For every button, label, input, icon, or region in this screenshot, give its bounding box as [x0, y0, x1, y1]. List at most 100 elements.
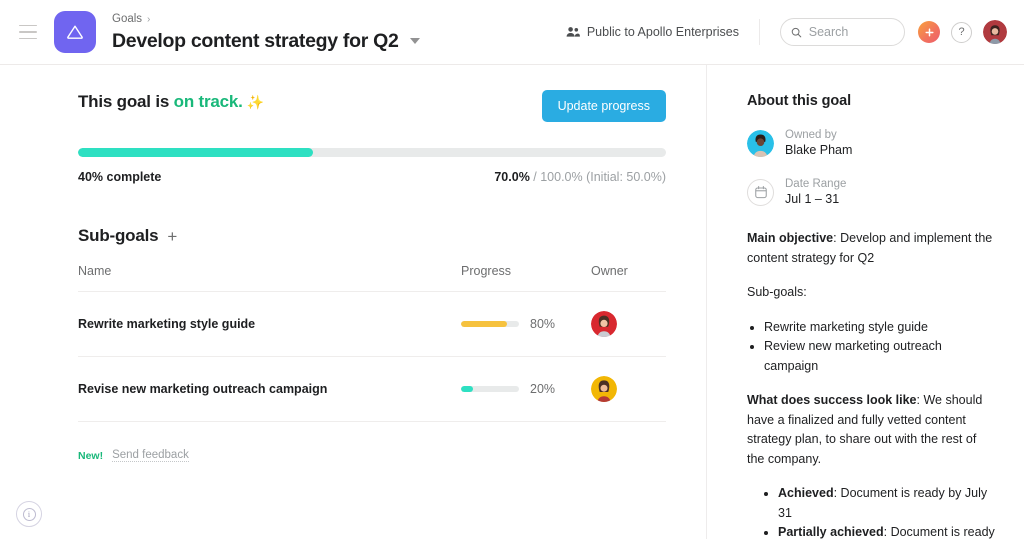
progress-target-value: / 100.0% (Initial: 50.0%) — [529, 170, 666, 184]
progress-track — [461, 386, 519, 392]
main-objective-paragraph: Main objective: Develop and implement th… — [747, 229, 996, 268]
progress-percent-label: 20% — [530, 382, 556, 396]
cell-owner — [591, 291, 666, 357]
subgoals-heading: Sub-goals — [78, 226, 159, 245]
help-button[interactable]: ? — [951, 21, 972, 43]
goal-title-row: Develop content strategy for Q2 — [112, 29, 420, 53]
progress-values: 70.0% / 100.0% (Initial: 50.0%) — [494, 170, 666, 184]
main-objective-label: Main objective — [747, 231, 834, 245]
triangle-logo-icon[interactable] — [54, 11, 96, 53]
column-header-owner: Owner — [591, 264, 666, 292]
subgoals-header: Sub-goals + — [78, 226, 666, 246]
main-content: This goal is on track. ✨ Update progress … — [0, 65, 706, 539]
date-range-value: Jul 1 – 31 — [785, 192, 840, 206]
progress-fill — [78, 148, 314, 157]
top-header-bar: Goals › Develop content strategy for Q2 … — [0, 0, 1024, 65]
sparkles-icon: ✨ — [246, 94, 264, 110]
subgoals-table-body: Rewrite marketing style guide 80% Revise… — [78, 291, 666, 422]
info-circle-icon[interactable]: i — [16, 501, 42, 527]
cell-progress: 20% — [461, 356, 591, 422]
table-row[interactable]: Revise new marketing outreach campaign 2… — [78, 356, 666, 422]
about-description: Main objective: Develop and implement th… — [747, 229, 996, 539]
avatar[interactable] — [591, 311, 617, 337]
add-subgoal-icon[interactable]: + — [167, 228, 177, 245]
progress-labels: 40% complete 70.0% / 100.0% (Initial: 50… — [78, 170, 666, 184]
feedback-row: New! Send feedback — [78, 449, 666, 462]
table-header-row: Name Progress Owner — [78, 264, 666, 292]
new-badge: New! — [78, 449, 104, 462]
status-prefix: This goal is — [78, 92, 174, 111]
breadcrumb: Goals › — [112, 12, 420, 27]
table-row[interactable]: Rewrite marketing style guide 80% — [78, 291, 666, 357]
subgoals-table-head: Name Progress Owner — [78, 264, 666, 292]
goal-progress: 40% complete 70.0% / 100.0% (Initial: 50… — [78, 148, 666, 184]
add-button[interactable] — [918, 21, 940, 43]
info-glyph: i — [22, 507, 36, 521]
owner-text: Owned by Blake Pham — [785, 128, 852, 158]
page-body: This goal is on track. ✨ Update progress … — [0, 65, 1024, 539]
cell-name: Rewrite marketing style guide — [78, 291, 461, 357]
subgoal-progress: 20% — [461, 382, 591, 396]
list-item: Partially achieved: Document is ready on… — [778, 523, 996, 539]
send-feedback-link[interactable]: Send feedback — [112, 449, 189, 462]
header-actions: Public to Apollo Enterprises ? — [566, 18, 1007, 46]
about-subgoals-list: Rewrite marketing style guide Review new… — [747, 318, 996, 377]
about-panel-title: About this goal — [747, 93, 852, 109]
progress-fill — [461, 321, 508, 327]
date-text: Date Range Jul 1 – 31 — [785, 177, 846, 207]
hamburger-line — [19, 37, 37, 40]
outcome-label: Partially achieved — [778, 525, 884, 539]
outcome-label: Achieved — [778, 486, 834, 500]
progress-fill — [461, 386, 473, 392]
status-badge: on track. — [173, 92, 243, 111]
goal-status-text: This goal is on track. ✨ — [78, 90, 264, 114]
chevron-right-icon: › — [147, 13, 151, 25]
owner-label: Owned by — [785, 129, 837, 141]
progress-track — [78, 148, 666, 157]
hamburger-line — [19, 31, 37, 33]
search-input[interactable] — [808, 25, 894, 39]
cell-owner — [591, 356, 666, 422]
goal-status-row: This goal is on track. ✨ Update progress — [78, 90, 666, 122]
avatar[interactable] — [983, 20, 1007, 44]
date-range-label: Date Range — [785, 178, 847, 190]
page-title: Develop content strategy for Q2 — [112, 29, 399, 52]
plus-icon — [924, 27, 934, 37]
breadcrumb-goals-link[interactable]: Goals — [112, 12, 142, 27]
list-item: Rewrite marketing style guide — [764, 318, 996, 338]
date-range-row[interactable]: Date Range Jul 1 – 31 — [747, 177, 996, 207]
hamburger-line — [19, 24, 37, 27]
search-box[interactable] — [780, 18, 905, 46]
update-progress-button[interactable]: Update progress — [541, 90, 666, 122]
success-paragraph: What does success look like: We should h… — [747, 391, 996, 469]
avatar[interactable] — [747, 129, 774, 157]
outcomes-list: Achieved: Document is ready by July 31 P… — [747, 484, 996, 539]
owner-name: Blake Pham — [785, 143, 853, 157]
avatar[interactable] — [591, 376, 617, 402]
list-item: Achieved: Document is ready by July 31 — [778, 484, 996, 523]
success-label: What does success look like — [747, 393, 917, 407]
privacy-label: Public to Apollo Enterprises — [586, 25, 739, 39]
subgoals-table: Name Progress Owner Rewrite marketing st… — [78, 264, 666, 422]
about-panel: About this goal Owned by Blake Pham Date… — [706, 65, 1024, 539]
search-icon — [791, 27, 802, 37]
column-header-name: Name — [78, 264, 461, 292]
list-item: Review new marketing outreach campaign — [764, 337, 996, 376]
owner-row[interactable]: Owned by Blake Pham — [747, 128, 996, 158]
hamburger-menu-icon[interactable] — [14, 18, 42, 46]
people-icon — [566, 27, 580, 37]
title-block: Goals › Develop content strategy for Q2 — [112, 12, 420, 53]
progress-complete-label: 40% complete — [78, 170, 162, 184]
chevron-down-icon[interactable] — [409, 37, 420, 44]
subgoals-label: Sub-goals: — [747, 285, 807, 299]
cell-progress: 80% — [461, 291, 591, 357]
subgoal-progress: 80% — [461, 317, 591, 331]
subgoal-name[interactable]: Revise new marketing outreach campaign — [78, 382, 327, 396]
subgoal-name[interactable]: Rewrite marketing style guide — [78, 317, 255, 331]
calendar-icon — [747, 178, 774, 206]
column-header-progress: Progress — [461, 264, 591, 292]
cell-name: Revise new marketing outreach campaign — [78, 356, 461, 422]
privacy-setting[interactable]: Public to Apollo Enterprises — [566, 19, 760, 45]
progress-percent-label: 80% — [530, 317, 556, 331]
progress-track — [461, 321, 519, 327]
